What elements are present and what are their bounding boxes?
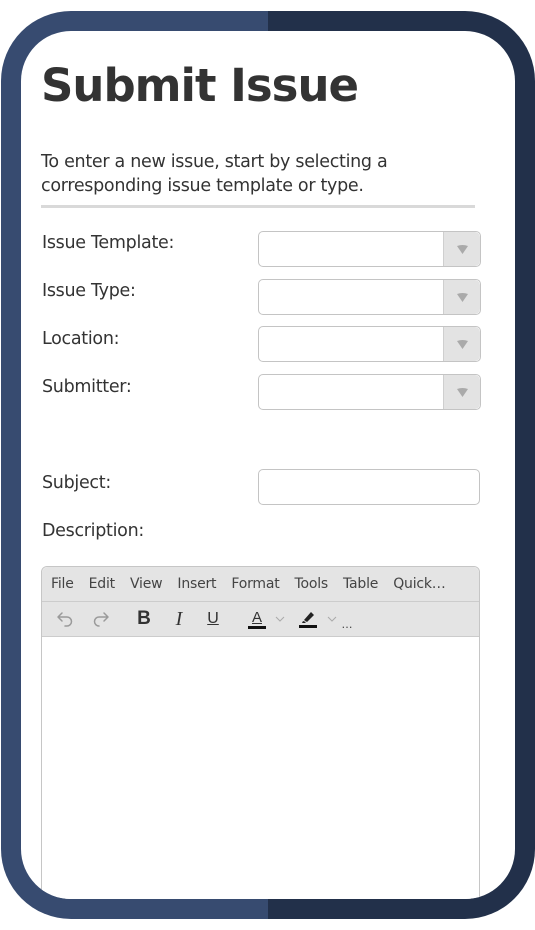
bold-icon: B <box>137 608 151 629</box>
chevron-down-icon <box>327 616 337 622</box>
submitter-select[interactable] <box>258 374 481 410</box>
redo-button[interactable] <box>88 602 114 636</box>
italic-icon: I <box>175 607 183 630</box>
chevron-down-icon <box>275 616 285 622</box>
editor-toolbar: B I U A … <box>42 602 479 637</box>
highlight-button[interactable] <box>296 602 320 636</box>
location-select[interactable] <box>258 326 481 362</box>
highlight-swatch <box>299 625 317 628</box>
more-button[interactable]: … <box>339 602 355 636</box>
divider <box>41 205 475 208</box>
text-color-icon: A <box>251 608 262 626</box>
menu-tools[interactable]: Tools <box>295 576 329 592</box>
menu-file[interactable]: File <box>51 576 74 592</box>
description-label: Description: <box>42 521 144 541</box>
subject-label: Subject: <box>42 473 111 493</box>
menu-format[interactable]: Format <box>231 576 279 592</box>
issue-type-select[interactable] <box>258 279 481 315</box>
highlight-dropdown[interactable] <box>325 602 339 636</box>
screen: Submit Issue To enter a new issue, start… <box>21 31 515 899</box>
text-color-button[interactable]: A <box>245 602 269 636</box>
issue-template-select[interactable] <box>258 231 481 267</box>
device-frame: Submit Issue To enter a new issue, start… <box>1 11 535 919</box>
issue-template-dropdown-button[interactable] <box>443 232 480 266</box>
location-label: Location: <box>42 329 120 349</box>
redo-icon <box>93 612 109 627</box>
page-title: Submit Issue <box>41 59 359 112</box>
menu-table[interactable]: Table <box>343 576 378 592</box>
menu-insert[interactable]: Insert <box>177 576 216 592</box>
caret-down-icon <box>456 387 468 397</box>
description-editor: File Edit View Insert Format Tools Table… <box>41 566 480 899</box>
undo-button[interactable] <box>52 602 78 636</box>
text-color-swatch <box>248 625 266 629</box>
issue-type-label: Issue Type: <box>42 281 136 301</box>
undo-icon <box>57 612 73 627</box>
editor-menubar: File Edit View Insert Format Tools Table… <box>42 567 479 602</box>
caret-down-icon <box>456 292 468 302</box>
submitter-dropdown-button[interactable] <box>443 375 480 409</box>
underline-button[interactable]: U <box>201 602 225 636</box>
issue-template-label: Issue Template: <box>42 233 175 253</box>
menu-view[interactable]: View <box>130 576 163 592</box>
bold-button[interactable]: B <box>132 602 156 636</box>
intro-text: To enter a new issue, start by selecting… <box>41 152 388 196</box>
location-dropdown-button[interactable] <box>443 327 480 361</box>
menu-edit[interactable]: Edit <box>89 576 116 592</box>
more-icon: … <box>341 618 353 631</box>
caret-down-icon <box>456 339 468 349</box>
submitter-label: Submitter: <box>42 377 132 397</box>
menu-quick[interactable]: Quick… <box>393 576 446 592</box>
italic-button[interactable]: I <box>167 602 191 636</box>
highlighter-icon <box>302 612 314 623</box>
issue-type-dropdown-button[interactable] <box>443 280 480 314</box>
text-color-dropdown[interactable] <box>273 602 287 636</box>
subject-input[interactable] <box>258 469 480 505</box>
underline-icon: U <box>207 610 219 627</box>
caret-down-icon <box>456 244 468 254</box>
editor-content-area[interactable] <box>42 637 479 899</box>
